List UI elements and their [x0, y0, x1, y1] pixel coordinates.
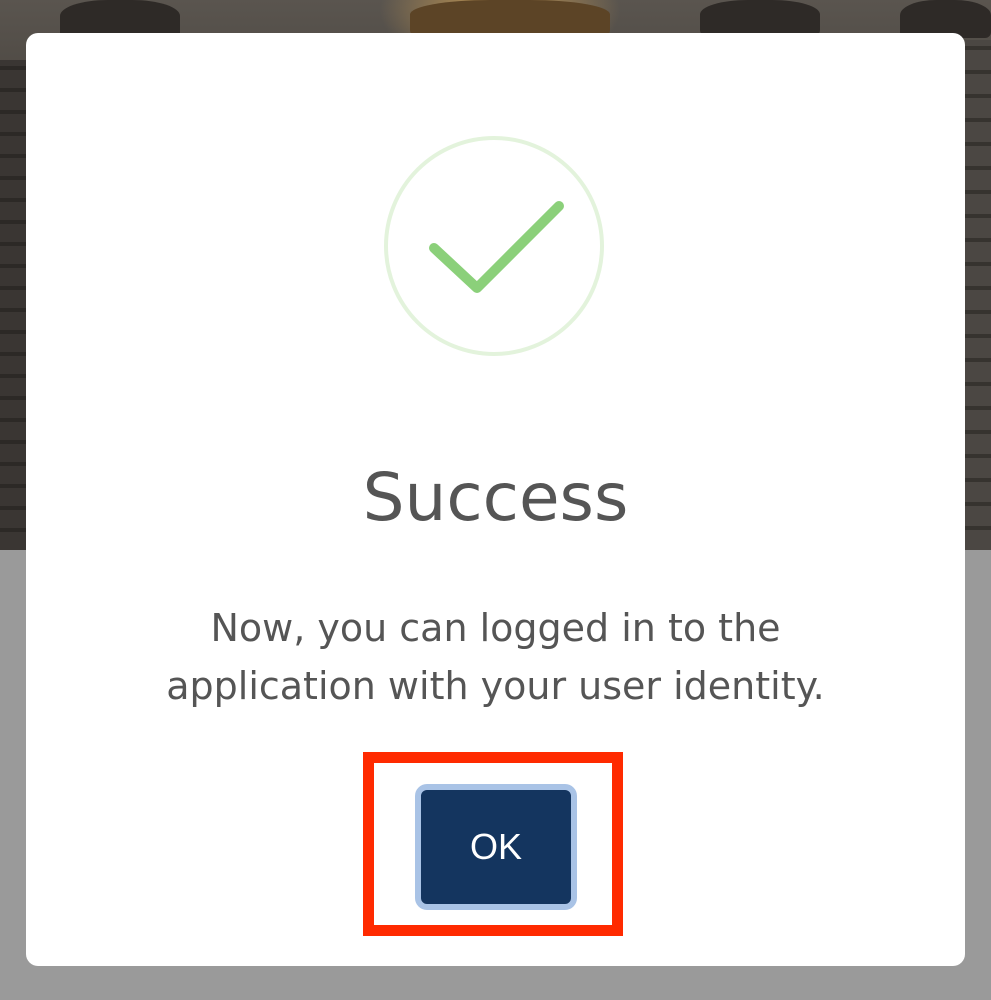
dialog-title: Success [362, 459, 629, 536]
check-circle-icon [384, 136, 604, 356]
stone-wall-left [0, 60, 26, 550]
app-screen: Success Now, you can logged in to the ap… [0, 0, 991, 1000]
success-dialog: Success Now, you can logged in to the ap… [26, 33, 965, 966]
ok-button[interactable]: OK [415, 784, 577, 910]
stupa-silhouette [700, 0, 820, 36]
stone-wall-right [965, 40, 991, 550]
stupa-silhouette [410, 0, 610, 36]
dialog-message: Now, you can logged in to the applicatio… [166, 606, 825, 708]
